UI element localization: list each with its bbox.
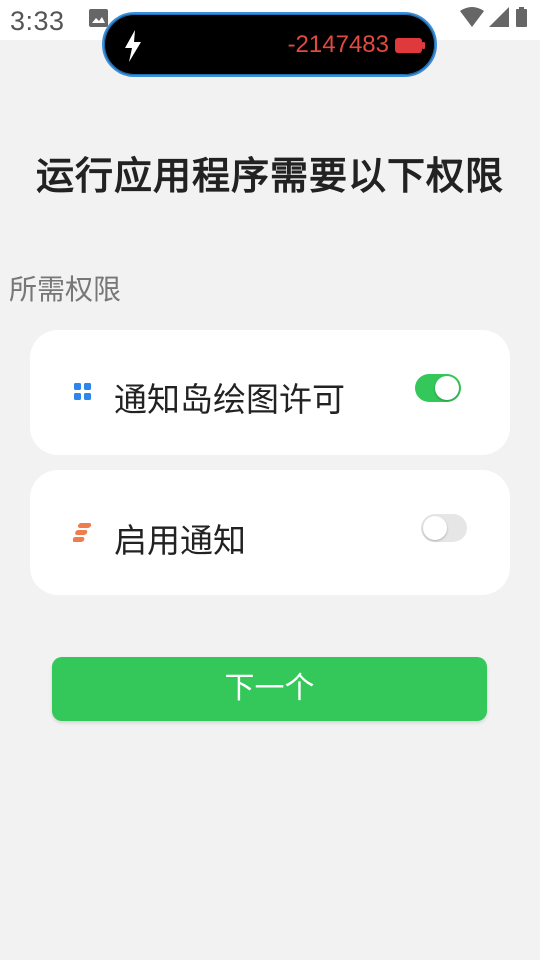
island-value: -2147483 <box>287 31 389 58</box>
stripes-icon <box>73 523 92 542</box>
signal-icon <box>489 7 509 27</box>
permission-label: 通知岛绘图许可 <box>114 380 345 419</box>
battery-low-icon <box>395 38 425 53</box>
permission-card-notifications[interactable]: 启用通知 <box>30 470 510 595</box>
status-icons <box>460 7 530 29</box>
island-drawing-toggle[interactable] <box>415 374 461 402</box>
permission-card-island-drawing[interactable]: 通知岛绘图许可 <box>30 330 510 455</box>
battery-icon <box>516 7 527 27</box>
toggle-knob <box>423 516 447 540</box>
section-label: 所需权限 <box>9 273 122 306</box>
image-icon <box>89 9 108 27</box>
page-title: 运行应用程序需要以下权限 <box>35 154 504 198</box>
grid-dots-icon <box>74 383 91 400</box>
notifications-toggle[interactable] <box>421 514 467 542</box>
permission-label: 启用通知 <box>114 521 246 560</box>
status-time: 3:33 <box>10 6 65 36</box>
toggle-knob <box>435 376 459 400</box>
wifi-icon <box>460 7 484 27</box>
lightning-bolt-icon <box>125 30 141 62</box>
permission-screen: 3:33 -2147483 运行应用程序需要以下权限 所需权限 通知岛绘图许可 … <box>0 0 540 960</box>
notification-island[interactable]: -2147483 <box>102 12 437 77</box>
next-button[interactable]: 下一个 <box>52 657 487 721</box>
